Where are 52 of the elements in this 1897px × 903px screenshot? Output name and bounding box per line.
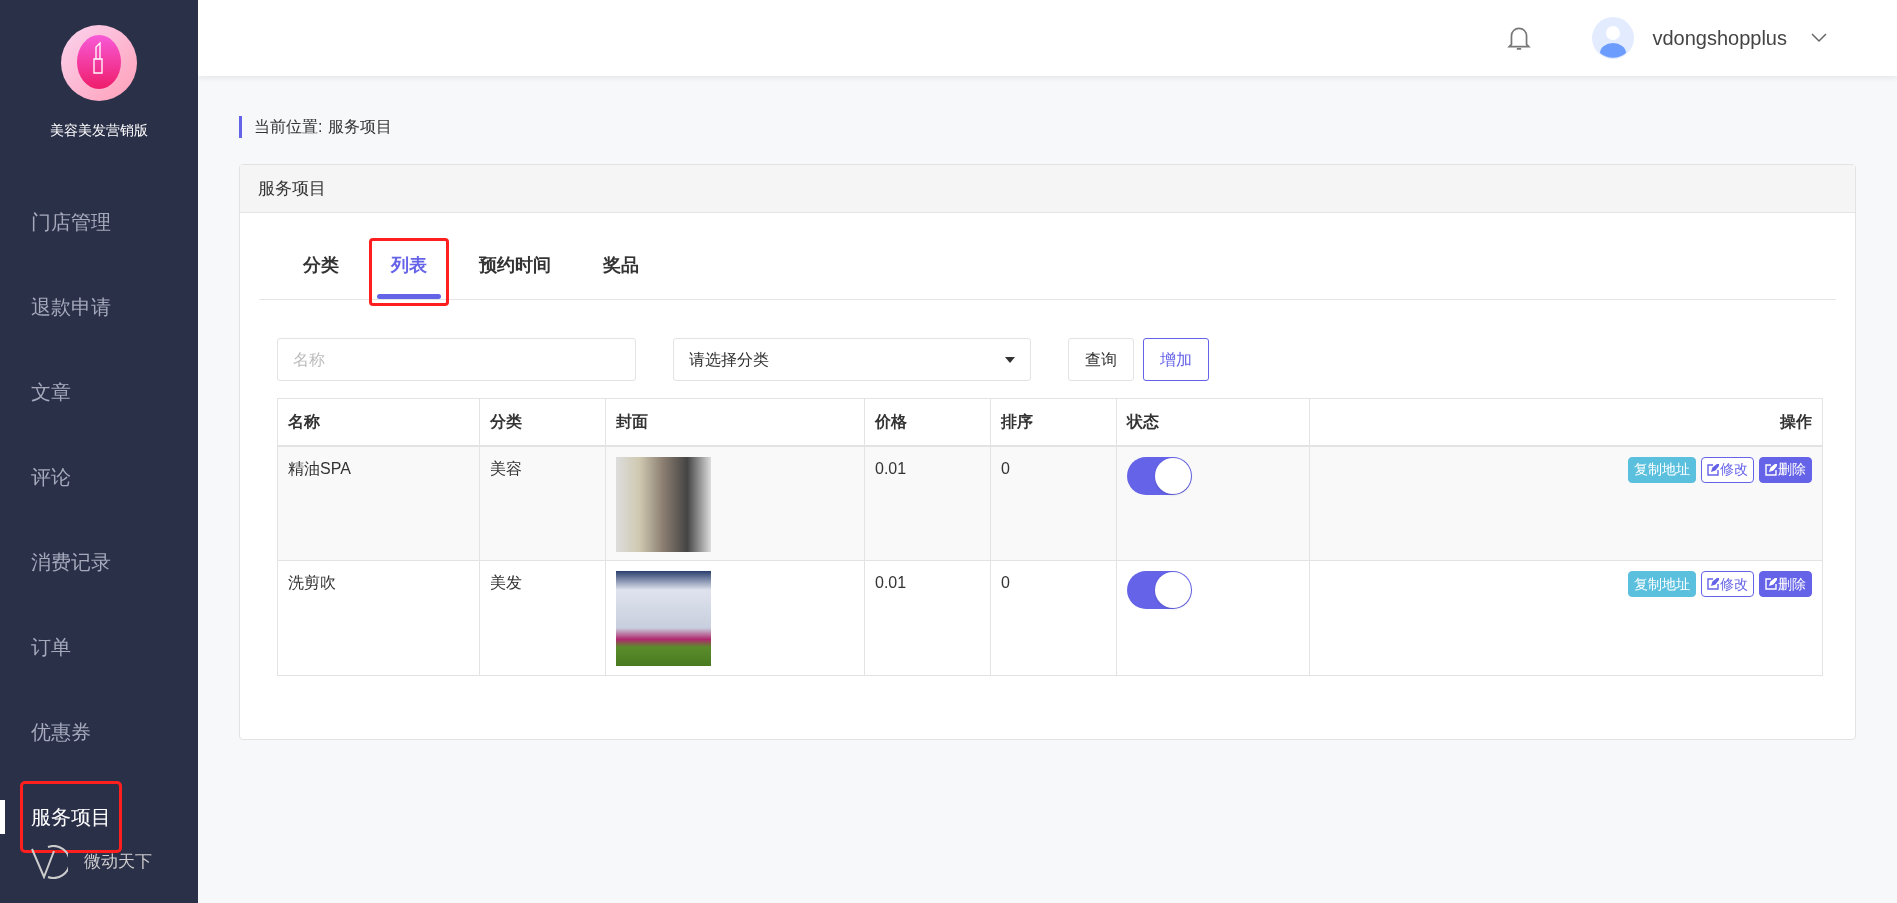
edit-icon: [1765, 463, 1777, 476]
chevron-down-icon[interactable]: [1811, 33, 1827, 43]
filter-button[interactable]: 查询: [1068, 338, 1134, 381]
table-cell: 0.01: [864, 560, 991, 676]
name-field[interactable]: 名称: [277, 338, 636, 381]
column-header: 名称: [277, 398, 480, 446]
footer-brand: 微动天下: [84, 851, 152, 874]
toggle-switch[interactable]: [1127, 456, 1192, 495]
table-cell: 美发: [479, 560, 606, 676]
breadcrumb-current: 服务项目: [328, 117, 393, 137]
caret-icon: [1005, 356, 1015, 363]
panel-title: 服务项目: [240, 165, 1855, 213]
sidebar-item[interactable]: 优惠券: [20, 695, 102, 768]
action-button[interactable]: 删除: [1759, 456, 1812, 483]
v-logo-icon: [30, 845, 68, 879]
column-header: 排序: [990, 398, 1117, 446]
action-button[interactable]: 修改: [1701, 571, 1754, 597]
action-button[interactable]: 删除: [1759, 571, 1812, 597]
breadcrumb-label: 当前位置:: [254, 117, 323, 137]
tab[interactable]: 预约时间: [457, 238, 573, 306]
sidebar-item[interactable]: 门店管理: [20, 185, 122, 258]
table-cell: 0: [990, 445, 1117, 561]
tab[interactable]: 列表: [369, 238, 449, 306]
toggle-switch[interactable]: [1127, 571, 1192, 609]
table-cell: 美容: [479, 445, 606, 561]
tab[interactable]: 奖品: [581, 238, 661, 306]
column-header: 分类: [479, 398, 606, 446]
lipstick-logo-icon: [61, 25, 137, 101]
action-button[interactable]: 修改: [1701, 456, 1754, 483]
table-cell: 洗剪吹: [277, 560, 480, 676]
edit-icon: [1765, 578, 1777, 590]
table-cell: 0.01: [864, 445, 991, 561]
sidebar-item[interactable]: 服务项目: [20, 780, 122, 853]
avatar-icon[interactable]: [1592, 17, 1635, 59]
category-select[interactable]: 请选择分类: [673, 338, 1031, 381]
column-header: 价格: [864, 398, 991, 446]
filter-button[interactable]: 增加: [1143, 338, 1209, 381]
column-header: 封面: [605, 398, 865, 446]
brand-name: 美容美发营销版: [49, 121, 149, 140]
sidebar-item[interactable]: 订单: [20, 610, 82, 683]
edit-icon: [1707, 463, 1719, 476]
sidebar-item[interactable]: 评论: [20, 440, 82, 513]
sidebar-item[interactable]: 消费记录: [20, 525, 122, 598]
tab[interactable]: 分类: [281, 238, 361, 306]
table-cell: 精油SPA: [277, 445, 480, 561]
username[interactable]: vdongshopplus: [1652, 23, 1787, 53]
column-header: 状态: [1116, 398, 1310, 446]
edit-icon: [1707, 578, 1719, 590]
sidebar-item[interactable]: 文章: [20, 355, 82, 428]
sidebar-item[interactable]: 退款申请: [20, 270, 122, 343]
table-cell: 0: [990, 560, 1117, 676]
column-header: 操作: [1309, 398, 1823, 446]
